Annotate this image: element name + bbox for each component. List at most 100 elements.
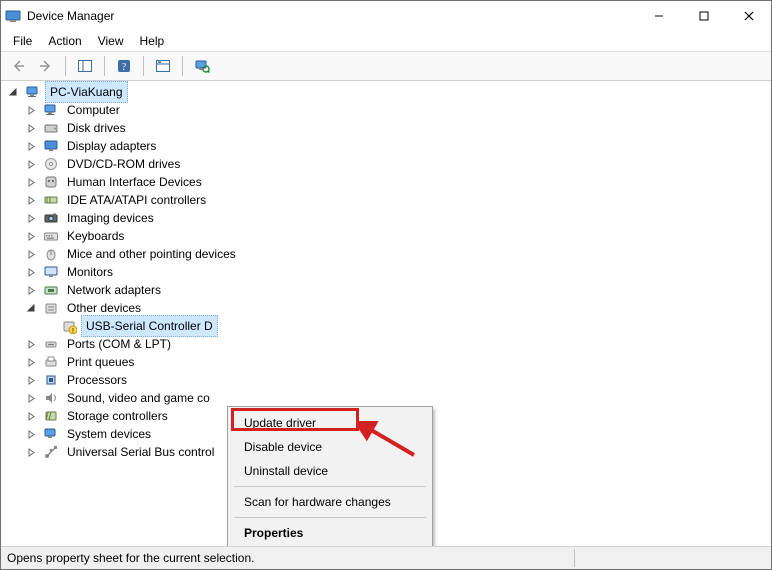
device-item[interactable]: ! USB-Serial Controller D	[5, 317, 771, 335]
expander-icon[interactable]	[23, 120, 39, 136]
category-label[interactable]: System devices	[63, 424, 155, 444]
hid-icon	[43, 174, 59, 190]
expander-icon[interactable]	[23, 408, 39, 424]
category-label[interactable]: Universal Serial Bus control	[63, 442, 218, 462]
expander-icon[interactable]	[23, 282, 39, 298]
expander-icon[interactable]	[23, 300, 39, 316]
expander-icon[interactable]	[23, 336, 39, 352]
toolbar-separator	[182, 56, 183, 76]
category-label[interactable]: Imaging devices	[63, 208, 158, 228]
menu-help[interactable]: Help	[132, 32, 173, 50]
category-label[interactable]: IDE ATA/ATAPI controllers	[63, 190, 210, 210]
expander-icon[interactable]	[23, 138, 39, 154]
toolbar-separator	[143, 56, 144, 76]
category-computer[interactable]: Computer	[5, 101, 771, 119]
category-label[interactable]: Sound, video and game co	[63, 388, 214, 408]
ctx-scan-hardware[interactable]: Scan for hardware changes	[230, 490, 430, 514]
category-label[interactable]: Print queues	[63, 352, 138, 372]
expander-icon[interactable]	[23, 444, 39, 460]
category-ports[interactable]: Ports (COM & LPT)	[5, 335, 771, 353]
close-button[interactable]	[726, 1, 771, 31]
window-title: Device Manager	[27, 9, 636, 23]
mouse-icon	[43, 246, 59, 262]
expander-icon[interactable]	[5, 84, 21, 100]
device-manager-window: Device Manager File Action View Help ?	[0, 0, 772, 570]
expander-icon[interactable]	[23, 354, 39, 370]
minimize-button[interactable]	[636, 1, 681, 31]
category-label[interactable]: Ports (COM & LPT)	[63, 334, 175, 354]
category-printq[interactable]: Print queues	[5, 353, 771, 371]
dvd-icon	[43, 156, 59, 172]
expander-icon[interactable]	[23, 264, 39, 280]
ctx-separator	[234, 486, 426, 487]
menu-view[interactable]: View	[90, 32, 132, 50]
ctx-uninstall-device[interactable]: Uninstall device	[230, 459, 430, 483]
category-keyboards[interactable]: Keyboards	[5, 227, 771, 245]
category-processors[interactable]: Processors	[5, 371, 771, 389]
category-label[interactable]: Display adapters	[63, 136, 160, 156]
device-tree[interactable]: PC-ViaKuang Computer Disk drives Display…	[1, 81, 771, 546]
properties-button[interactable]	[150, 53, 176, 79]
expander-icon[interactable]	[23, 228, 39, 244]
imaging-icon	[43, 210, 59, 226]
statusbar-separator	[574, 549, 575, 567]
forward-button[interactable]	[33, 53, 59, 79]
window-controls	[636, 1, 771, 31]
statusbar-text: Opens property sheet for the current sel…	[7, 551, 254, 565]
ctx-disable-device[interactable]: Disable device	[230, 435, 430, 459]
category-label[interactable]: Network adapters	[63, 280, 165, 300]
menubar: File Action View Help	[1, 31, 771, 52]
tree-root[interactable]: PC-ViaKuang	[5, 83, 771, 101]
category-label[interactable]: Storage controllers	[63, 406, 172, 426]
category-diskdrives[interactable]: Disk drives	[5, 119, 771, 137]
category-mice[interactable]: Mice and other pointing devices	[5, 245, 771, 263]
expander-icon[interactable]	[23, 372, 39, 388]
context-menu: Update driver Disable device Uninstall d…	[227, 406, 433, 546]
menu-file[interactable]: File	[5, 32, 40, 50]
category-label[interactable]: Monitors	[63, 262, 117, 282]
expander-icon[interactable]	[23, 174, 39, 190]
ctx-properties[interactable]: Properties	[230, 521, 430, 545]
category-label[interactable]: Computer	[63, 100, 124, 120]
expander-icon[interactable]	[23, 102, 39, 118]
other-icon	[43, 300, 59, 316]
category-imaging[interactable]: Imaging devices	[5, 209, 771, 227]
category-dvd[interactable]: DVD/CD-ROM drives	[5, 155, 771, 173]
category-hid[interactable]: Human Interface Devices	[5, 173, 771, 191]
expander-icon[interactable]	[23, 390, 39, 406]
category-displayadapters[interactable]: Display adapters	[5, 137, 771, 155]
category-sound[interactable]: Sound, video and game co	[5, 389, 771, 407]
statusbar: Opens property sheet for the current sel…	[1, 546, 771, 569]
ide-icon	[43, 192, 59, 208]
expander-icon[interactable]	[23, 192, 39, 208]
category-ide[interactable]: IDE ATA/ATAPI controllers	[5, 191, 771, 209]
usb-icon	[43, 444, 59, 460]
monitor-icon	[43, 264, 59, 280]
toolbar: ?	[1, 52, 771, 81]
category-label[interactable]: Keyboards	[63, 226, 128, 246]
scan-hardware-button[interactable]	[189, 53, 215, 79]
category-label[interactable]: Mice and other pointing devices	[63, 244, 240, 264]
toolbar-separator	[65, 56, 66, 76]
maximize-button[interactable]	[681, 1, 726, 31]
category-label[interactable]: Human Interface Devices	[63, 172, 206, 192]
svg-text:?: ?	[122, 62, 127, 73]
category-monitors[interactable]: Monitors	[5, 263, 771, 281]
ctx-update-driver[interactable]: Update driver	[230, 411, 430, 435]
menu-action[interactable]: Action	[40, 32, 89, 50]
category-label[interactable]: DVD/CD-ROM drives	[63, 154, 184, 174]
printq-icon	[43, 354, 59, 370]
expander-icon[interactable]	[23, 426, 39, 442]
ctx-separator	[234, 517, 426, 518]
expander-icon[interactable]	[23, 156, 39, 172]
category-label[interactable]: Processors	[63, 370, 131, 390]
show-hide-tree-button[interactable]	[72, 53, 98, 79]
disk-icon	[43, 120, 59, 136]
category-network[interactable]: Network adapters	[5, 281, 771, 299]
computer-icon	[43, 102, 59, 118]
expander-icon[interactable]	[23, 246, 39, 262]
category-label[interactable]: Disk drives	[63, 118, 130, 138]
expander-icon[interactable]	[23, 210, 39, 226]
back-button[interactable]	[5, 53, 31, 79]
help-button[interactable]: ?	[111, 53, 137, 79]
